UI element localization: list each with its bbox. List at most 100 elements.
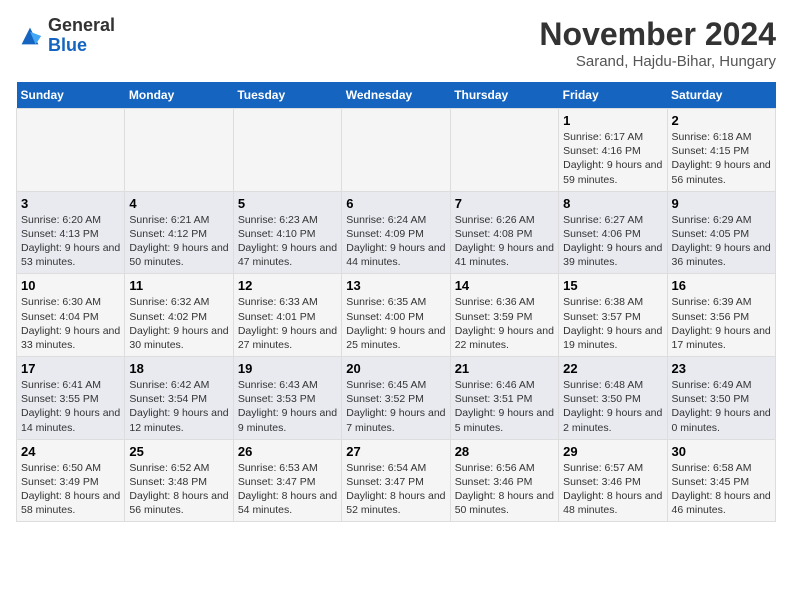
day-number: 5 — [238, 196, 337, 211]
calendar-week-row: 10 Sunrise: 6:30 AM Sunset: 4:04 PM Dayli… — [17, 274, 776, 357]
day-number: 27 — [346, 444, 445, 459]
logo-text: General Blue — [48, 16, 115, 56]
day-number: 17 — [21, 361, 120, 376]
day-number: 16 — [672, 278, 771, 293]
calendar-cell: 1 Sunrise: 6:17 AM Sunset: 4:16 PM Daylig… — [559, 109, 667, 192]
day-number: 9 — [672, 196, 771, 211]
calendar-cell: 28 Sunrise: 6:56 AM Sunset: 3:46 PM Dayli… — [450, 439, 558, 522]
day-info: Sunrise: 6:58 AM Sunset: 3:45 PM Dayligh… — [672, 461, 771, 518]
day-info: Sunrise: 6:21 AM Sunset: 4:12 PM Dayligh… — [129, 213, 228, 270]
calendar-cell: 25 Sunrise: 6:52 AM Sunset: 3:48 PM Dayli… — [125, 439, 233, 522]
calendar-week-row: 1 Sunrise: 6:17 AM Sunset: 4:16 PM Daylig… — [17, 109, 776, 192]
day-number: 6 — [346, 196, 445, 211]
calendar-cell: 2 Sunrise: 6:18 AM Sunset: 4:15 PM Daylig… — [667, 109, 775, 192]
calendar-cell: 3 Sunrise: 6:20 AM Sunset: 4:13 PM Daylig… — [17, 191, 125, 274]
day-number: 7 — [455, 196, 554, 211]
calendar-cell — [17, 109, 125, 192]
day-info: Sunrise: 6:48 AM Sunset: 3:50 PM Dayligh… — [563, 378, 662, 435]
calendar-cell — [233, 109, 341, 192]
calendar-cell: 18 Sunrise: 6:42 AM Sunset: 3:54 PM Dayli… — [125, 357, 233, 440]
calendar-cell — [450, 109, 558, 192]
calendar-cell: 11Sunrise: 6:32 AM Sunset: 4:02 PM Dayli… — [125, 274, 233, 357]
day-info: Sunrise: 6:30 AM Sunset: 4:04 PM Dayligh… — [21, 295, 120, 352]
day-info: Sunrise: 6:33 AM Sunset: 4:01 PM Dayligh… — [238, 295, 337, 352]
day-info: Sunrise: 6:18 AM Sunset: 4:15 PM Dayligh… — [672, 130, 771, 187]
day-info: Sunrise: 6:27 AM Sunset: 4:06 PM Dayligh… — [563, 213, 662, 270]
calendar-cell: 24 Sunrise: 6:50 AM Sunset: 3:49 PM Dayli… — [17, 439, 125, 522]
day-number: 1 — [563, 113, 662, 128]
day-number: 20 — [346, 361, 445, 376]
logo: General Blue — [16, 16, 115, 56]
day-info: Sunrise: 6:35 AM Sunset: 4:00 PM Dayligh… — [346, 295, 445, 352]
day-info: Sunrise: 6:46 AM Sunset: 3:51 PM Dayligh… — [455, 378, 554, 435]
calendar-cell: 16 Sunrise: 6:39 AM Sunset: 3:56 PM Dayli… — [667, 274, 775, 357]
calendar-cell: 14Sunrise: 6:36 AM Sunset: 3:59 PM Dayli… — [450, 274, 558, 357]
calendar-cell: 5 Sunrise: 6:23 AM Sunset: 4:10 PM Daylig… — [233, 191, 341, 274]
day-number: 4 — [129, 196, 228, 211]
calendar-cell: 17 Sunrise: 6:41 AM Sunset: 3:55 PM Dayli… — [17, 357, 125, 440]
day-number: 23 — [672, 361, 771, 376]
weekday-header: Friday — [559, 82, 667, 109]
calendar-cell: 4 Sunrise: 6:21 AM Sunset: 4:12 PM Daylig… — [125, 191, 233, 274]
day-info: Sunrise: 6:42 AM Sunset: 3:54 PM Dayligh… — [129, 378, 228, 435]
calendar-cell: 23 Sunrise: 6:49 AM Sunset: 3:50 PM Dayli… — [667, 357, 775, 440]
calendar-cell: 12Sunrise: 6:33 AM Sunset: 4:01 PM Dayli… — [233, 274, 341, 357]
day-number: 22 — [563, 361, 662, 376]
calendar-cell: 15 Sunrise: 6:38 AM Sunset: 3:57 PM Dayli… — [559, 274, 667, 357]
day-info: Sunrise: 6:57 AM Sunset: 3:46 PM Dayligh… — [563, 461, 662, 518]
day-info: Sunrise: 6:41 AM Sunset: 3:55 PM Dayligh… — [21, 378, 120, 435]
day-info: Sunrise: 6:23 AM Sunset: 4:10 PM Dayligh… — [238, 213, 337, 270]
calendar-table: SundayMondayTuesdayWednesdayThursdayFrid… — [16, 82, 776, 522]
day-info: Sunrise: 6:45 AM Sunset: 3:52 PM Dayligh… — [346, 378, 445, 435]
calendar-cell: 8 Sunrise: 6:27 AM Sunset: 4:06 PM Daylig… — [559, 191, 667, 274]
day-number: 19 — [238, 361, 337, 376]
day-info: Sunrise: 6:56 AM Sunset: 3:46 PM Dayligh… — [455, 461, 554, 518]
calendar-week-row: 17 Sunrise: 6:41 AM Sunset: 3:55 PM Dayli… — [17, 357, 776, 440]
day-info: Sunrise: 6:17 AM Sunset: 4:16 PM Dayligh… — [563, 130, 662, 187]
location-title: Sarand, Hajdu-Bihar, Hungary — [539, 53, 776, 70]
day-number: 14 — [455, 278, 554, 293]
page-header: General Blue November 2024 Sarand, Hajdu… — [16, 16, 776, 70]
day-info: Sunrise: 6:20 AM Sunset: 4:13 PM Dayligh… — [21, 213, 120, 270]
calendar-cell: 13 Sunrise: 6:35 AM Sunset: 4:00 PM Dayli… — [342, 274, 450, 357]
weekday-header: Sunday — [17, 82, 125, 109]
weekday-header: Thursday — [450, 82, 558, 109]
day-number: 15 — [563, 278, 662, 293]
day-info: Sunrise: 6:32 AM Sunset: 4:02 PM Dayligh… — [129, 295, 228, 352]
calendar-cell: 27 Sunrise: 6:54 AM Sunset: 3:47 PM Dayli… — [342, 439, 450, 522]
weekday-header: Monday — [125, 82, 233, 109]
calendar-cell — [125, 109, 233, 192]
calendar-cell: 22 Sunrise: 6:48 AM Sunset: 3:50 PM Dayli… — [559, 357, 667, 440]
day-info: Sunrise: 6:50 AM Sunset: 3:49 PM Dayligh… — [21, 461, 120, 518]
logo-icon — [16, 22, 44, 50]
day-number: 18 — [129, 361, 228, 376]
day-number: 25 — [129, 444, 228, 459]
day-info: Sunrise: 6:26 AM Sunset: 4:08 PM Dayligh… — [455, 213, 554, 270]
calendar-cell — [342, 109, 450, 192]
day-info: Sunrise: 6:39 AM Sunset: 3:56 PM Dayligh… — [672, 295, 771, 352]
day-number: 10 — [21, 278, 120, 293]
day-info: Sunrise: 6:38 AM Sunset: 3:57 PM Dayligh… — [563, 295, 662, 352]
calendar-cell: 30Sunrise: 6:58 AM Sunset: 3:45 PM Dayli… — [667, 439, 775, 522]
day-number: 8 — [563, 196, 662, 211]
weekday-header: Wednesday — [342, 82, 450, 109]
weekday-header: Tuesday — [233, 82, 341, 109]
day-number: 2 — [672, 113, 771, 128]
calendar-week-row: 3 Sunrise: 6:20 AM Sunset: 4:13 PM Daylig… — [17, 191, 776, 274]
calendar-cell: 7 Sunrise: 6:26 AM Sunset: 4:08 PM Daylig… — [450, 191, 558, 274]
calendar-cell: 6 Sunrise: 6:24 AM Sunset: 4:09 PM Daylig… — [342, 191, 450, 274]
day-info: Sunrise: 6:49 AM Sunset: 3:50 PM Dayligh… — [672, 378, 771, 435]
weekday-header-row: SundayMondayTuesdayWednesdayThursdayFrid… — [17, 82, 776, 109]
day-info: Sunrise: 6:43 AM Sunset: 3:53 PM Dayligh… — [238, 378, 337, 435]
day-info: Sunrise: 6:54 AM Sunset: 3:47 PM Dayligh… — [346, 461, 445, 518]
title-section: November 2024 Sarand, Hajdu-Bihar, Hunga… — [539, 16, 776, 70]
day-number: 28 — [455, 444, 554, 459]
calendar-cell: 10 Sunrise: 6:30 AM Sunset: 4:04 PM Dayli… — [17, 274, 125, 357]
day-number: 24 — [21, 444, 120, 459]
day-number: 13 — [346, 278, 445, 293]
day-number: 3 — [21, 196, 120, 211]
calendar-cell: 21Sunrise: 6:46 AM Sunset: 3:51 PM Dayli… — [450, 357, 558, 440]
calendar-week-row: 24 Sunrise: 6:50 AM Sunset: 3:49 PM Dayli… — [17, 439, 776, 522]
day-info: Sunrise: 6:24 AM Sunset: 4:09 PM Dayligh… — [346, 213, 445, 270]
day-info: Sunrise: 6:52 AM Sunset: 3:48 PM Dayligh… — [129, 461, 228, 518]
